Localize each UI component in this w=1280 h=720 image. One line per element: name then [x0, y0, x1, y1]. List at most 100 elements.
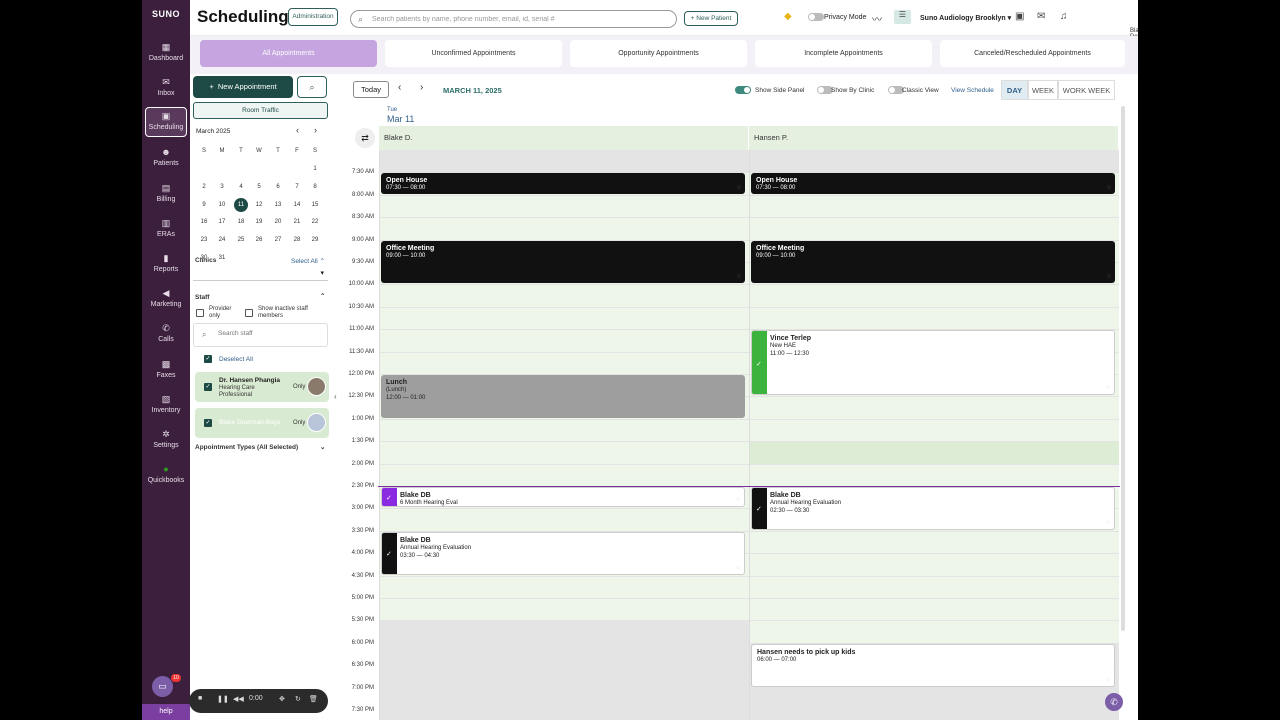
calendar-day[interactable]: 18: [234, 215, 248, 229]
staff-only-link[interactable]: Only: [293, 420, 305, 426]
calendar-day[interactable]: 25: [234, 233, 248, 247]
appointment-block[interactable]: Office Meeting 09:00 — 10:00 ◌: [751, 240, 1115, 284]
patient-search-input[interactable]: [372, 13, 672, 26]
time-slot[interactable]: [750, 710, 1119, 720]
nav-item-faxes[interactable]: ▩ Faxes: [145, 356, 187, 386]
time-slot[interactable]: [750, 284, 1119, 307]
calendar-day[interactable]: 6: [271, 180, 285, 194]
time-slot[interactable]: [380, 284, 749, 307]
nav-item-quickbooks[interactable]: ● Quickbooks: [145, 461, 187, 491]
calendar-day[interactable]: 7: [290, 180, 304, 194]
time-slot[interactable]: [380, 329, 749, 352]
deselect-all-checkbox[interactable]: ✓: [204, 355, 212, 363]
calendar-day[interactable]: 17: [215, 215, 229, 229]
appointment-block[interactable]: ✓ Blake DB Annual Hearing Evaluation 02:30 …: [751, 487, 1115, 530]
staff-search-input[interactable]: [218, 330, 318, 337]
nav-item-dashboard[interactable]: ▦ Dashboard: [145, 39, 187, 69]
calendar-day[interactable]: 16: [197, 215, 211, 229]
new-appointment-button[interactable]: + New Appointment: [193, 76, 293, 98]
calendar-day[interactable]: 27: [271, 233, 285, 247]
calendar-day[interactable]: 22: [308, 215, 322, 229]
nav-item-scheduling[interactable]: ▣ Scheduling: [145, 107, 187, 137]
nav-item-settings[interactable]: ✲ Settings: [145, 426, 187, 456]
time-slot[interactable]: [380, 306, 749, 330]
nav-item-patients[interactable]: ☻ Patients: [145, 144, 187, 174]
time-slot[interactable]: [750, 306, 1119, 330]
time-slot[interactable]: [750, 598, 1119, 621]
time-slot[interactable]: [750, 150, 1119, 173]
time-slot[interactable]: [380, 508, 749, 531]
calendar-day[interactable]: 21: [290, 215, 304, 229]
nav-item-marketing[interactable]: ◀ Marketing: [145, 285, 187, 315]
time-slot[interactable]: [750, 687, 1119, 710]
tab-canceled-rescheduled-appointments[interactable]: Canceled/Rescheduled Appointments: [940, 40, 1125, 67]
calendar-scrollbar[interactable]: [1121, 106, 1125, 631]
privacy-mode-toggle[interactable]: [808, 13, 824, 21]
view-day-button[interactable]: DAY: [1001, 80, 1028, 100]
time-slot[interactable]: [380, 194, 749, 218]
calendar-day[interactable]: 19: [252, 215, 266, 229]
select-all-link[interactable]: Select All ⌃: [291, 257, 325, 265]
appointment-block[interactable]: Lunch (Lunch) 12:00 — 01:00 ◌: [381, 375, 745, 418]
nav-item-inventory[interactable]: ▧ Inventory: [145, 391, 187, 421]
time-slot[interactable]: [380, 598, 749, 621]
staff-only-link[interactable]: Only: [293, 384, 305, 390]
patient-search[interactable]: ⌕: [350, 10, 677, 28]
swap-columns-icon[interactable]: ⇄: [355, 128, 375, 148]
calendar-day[interactable]: 28: [290, 233, 304, 247]
clinic-select[interactable]: ▾: [193, 267, 328, 281]
appointment-block[interactable]: ✓ Blake DB 6 Month Hearing Eval ◌: [381, 487, 745, 508]
appointment-block[interactable]: Open House 07:30 — 08:00 ◌: [751, 173, 1115, 194]
time-slot[interactable]: [750, 553, 1119, 576]
calendar-day[interactable]: 1: [308, 162, 322, 176]
calendar-day[interactable]: 26: [252, 233, 266, 247]
staff-checkbox[interactable]: ✓: [204, 419, 212, 427]
staff-checkbox[interactable]: ✓: [204, 383, 212, 391]
schedule-column[interactable]: [379, 150, 749, 720]
calendar-day[interactable]: 12: [252, 198, 266, 212]
time-slot[interactable]: [750, 194, 1119, 218]
nav-item-billing[interactable]: ▤ Billing: [145, 180, 187, 210]
appointment-block[interactable]: ✓ Blake DB Annual Hearing Evaluation 03:30 …: [381, 531, 745, 575]
trash-icon[interactable]: 🗑: [309, 695, 318, 703]
calendar-day[interactable]: 24: [215, 233, 229, 247]
next-day-icon[interactable]: ›: [420, 82, 423, 93]
nav-item-eras[interactable]: ▥ ERAs: [145, 215, 187, 245]
tab-opportunity-appointments[interactable]: Opportunity Appointments: [570, 40, 747, 67]
prev-month-icon[interactable]: ‹: [296, 125, 299, 135]
staff-card[interactable]: ✓ Blake Doerman-Bays Only: [195, 408, 329, 438]
collapse-panel-icon[interactable]: ‹: [334, 392, 337, 401]
tab-unconfirmed-appointments[interactable]: Unconfirmed Appointments: [385, 40, 562, 67]
time-slot[interactable]: [750, 418, 1119, 442]
show-inactive-checkbox[interactable]: [245, 309, 253, 317]
new-patient-button[interactable]: + New Patient: [684, 11, 738, 26]
calendar-day[interactable]: 31: [215, 251, 229, 265]
location-selector[interactable]: Suno Audiology Brooklyn ▾: [920, 14, 1011, 22]
administration-button[interactable]: Administration: [288, 8, 338, 26]
time-slot[interactable]: [750, 620, 1119, 643]
pause-icon[interactable]: ❚❚: [217, 695, 229, 703]
mail-icon[interactable]: ✉: [1037, 11, 1045, 22]
time-slot[interactable]: [750, 575, 1119, 598]
deselect-all-link[interactable]: Deselect All: [219, 356, 253, 363]
filter-icon[interactable]: ☰: [894, 10, 911, 24]
schedule-column[interactable]: [749, 150, 1119, 720]
chevron-down-icon[interactable]: ⌄: [320, 443, 325, 451]
view-schedule-link[interactable]: View Schedule: [951, 87, 994, 94]
help-button[interactable]: help: [142, 704, 190, 720]
calendar-day[interactable]: 20: [271, 215, 285, 229]
stop-icon[interactable]: ■: [198, 695, 202, 702]
appointment-block[interactable]: Hansen needs to pick up kids 06:00 — 07:0…: [751, 643, 1115, 687]
time-slot[interactable]: [380, 575, 749, 598]
calendar-day[interactable]: 8: [308, 180, 322, 194]
rewind-icon[interactable]: ◀◀: [233, 695, 244, 703]
nav-item-calls[interactable]: ✆ Calls: [145, 320, 187, 350]
appointment-block[interactable]: Office Meeting 09:00 — 10:00 ◌: [381, 240, 745, 284]
time-slot[interactable]: [380, 217, 749, 240]
activity-icon[interactable]: 〰: [872, 11, 882, 26]
time-slot[interactable]: [750, 396, 1119, 419]
time-slot[interactable]: [380, 620, 749, 643]
time-slot[interactable]: [750, 441, 1119, 464]
calendar-day[interactable]: 14: [290, 198, 304, 212]
appointment-search-button[interactable]: ⌕: [297, 76, 327, 98]
